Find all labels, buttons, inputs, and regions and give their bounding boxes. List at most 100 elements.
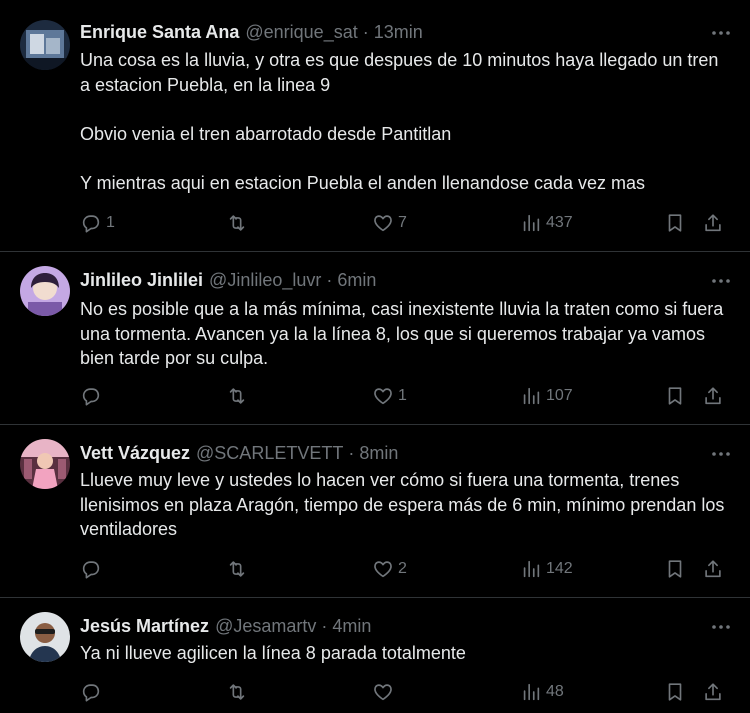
views-icon [523, 683, 540, 701]
avatar[interactable] [20, 266, 70, 316]
retweet-icon [229, 684, 245, 700]
tweet-text: Una cosa es la lluvia, y otra es que des… [80, 48, 725, 195]
tweet-paragraph: Ya ni llueve agilicen la línea 8 parada … [80, 643, 466, 663]
more-icon[interactable] [710, 272, 732, 290]
tweet[interactable]: Jesús Martínez @Jesamartv · 4min Ya ni l… [0, 598, 750, 713]
tweet[interactable]: Enrique Santa Ana @enrique_sat · 13min U… [0, 0, 750, 252]
tweet-header: Enrique Santa Ana @enrique_sat · 13min [80, 19, 730, 45]
like-count: 7 [398, 214, 407, 231]
tweet-actions: 1 7 437 [80, 210, 730, 236]
bookmark-icon [668, 560, 682, 578]
views-count: 437 [546, 214, 573, 231]
tweet-feed: Enrique Santa Ana @enrique_sat · 13min U… [0, 0, 750, 713]
avatar-image [20, 612, 70, 662]
share-button[interactable] [702, 210, 724, 236]
timestamp[interactable]: 8min [359, 443, 398, 464]
views-button[interactable]: 107 [520, 383, 573, 409]
bookmark-button[interactable] [664, 679, 686, 705]
reply-count: 1 [106, 214, 115, 231]
reply-button[interactable] [80, 556, 106, 582]
avatar-image [20, 266, 70, 316]
bookmark-button[interactable] [664, 383, 686, 409]
avatar-image [20, 20, 70, 70]
user-handle[interactable]: @SCARLETVETT [196, 443, 343, 464]
like-icon [374, 215, 392, 232]
share-icon [705, 387, 721, 405]
views-count: 107 [546, 387, 573, 404]
tweet-paragraph: Una cosa es la lluvia, y otra es que des… [80, 50, 719, 95]
bookmark-icon [668, 387, 682, 405]
avatar[interactable] [20, 612, 70, 662]
retweet-button[interactable] [226, 679, 252, 705]
retweet-icon [229, 215, 245, 231]
share-button[interactable] [702, 679, 724, 705]
timestamp[interactable]: 13min [374, 22, 423, 43]
avatar[interactable] [20, 20, 70, 70]
separator-dot: · [326, 269, 333, 290]
reply-icon [82, 684, 100, 702]
reply-icon [82, 561, 100, 579]
tweet-actions: 2 142 [80, 556, 730, 582]
share-icon [705, 683, 721, 701]
like-count: 1 [398, 387, 407, 404]
tweet-text: No es posible que a la más mínima, casi … [80, 297, 725, 371]
tweet-actions: 1 107 [80, 383, 730, 409]
user-handle[interactable]: @enrique_sat [245, 22, 357, 43]
reply-button[interactable]: 1 [80, 210, 115, 236]
views-count: 142 [546, 560, 573, 577]
share-icon [705, 560, 721, 578]
like-icon [374, 388, 392, 405]
tweet-actions: 48 [80, 679, 730, 705]
tweet-text: Ya ni llueve agilicen la línea 8 parada … [80, 641, 725, 666]
retweet-button[interactable] [226, 383, 252, 409]
like-button[interactable]: 2 [372, 556, 407, 582]
display-name[interactable]: Enrique Santa Ana [80, 22, 239, 43]
like-icon [374, 684, 392, 701]
display-name[interactable]: Jinlileo Jinlilei [80, 270, 203, 291]
display-name[interactable]: Jesús Martínez [80, 616, 209, 637]
views-button[interactable]: 48 [520, 679, 564, 705]
bookmark-icon [668, 683, 682, 701]
timestamp[interactable]: 6min [337, 270, 376, 291]
bookmark-button[interactable] [664, 210, 686, 236]
like-button[interactable] [372, 679, 398, 705]
bookmark-icon [668, 214, 682, 232]
display-name[interactable]: Vett Vázquez [80, 443, 190, 464]
like-count: 2 [398, 560, 407, 577]
tweet-paragraph: Y mientras aqui en estacion Puebla el an… [80, 172, 646, 193]
more-icon[interactable] [710, 24, 732, 42]
user-handle[interactable]: @Jinlileo_luvr [209, 270, 321, 291]
separator-dot: · [348, 442, 355, 463]
views-button[interactable]: 437 [520, 210, 573, 236]
tweet[interactable]: Vett Vázquez @SCARLETVETT · 8min Llueve … [0, 425, 750, 598]
views-icon [523, 387, 540, 405]
avatar[interactable] [20, 439, 70, 489]
separator-dot: · [362, 21, 369, 42]
user-handle[interactable]: @Jesamartv [215, 616, 316, 637]
bookmark-button[interactable] [664, 556, 686, 582]
views-icon [523, 214, 540, 232]
tweet-paragraph: Obvio venia el tren abarrotado desde Pan… [80, 123, 452, 144]
tweet-text: Llueve muy leve y ustedes lo hacen ver c… [80, 468, 725, 542]
like-button[interactable]: 7 [372, 210, 407, 236]
reply-icon [82, 215, 100, 233]
share-button[interactable] [702, 556, 724, 582]
tweet-header: Jinlileo Jinlilei @Jinlileo_luvr · 6min [80, 267, 730, 293]
tweet-header: Jesús Martínez @Jesamartv · 4min [80, 613, 730, 639]
more-icon[interactable] [710, 445, 732, 463]
views-button[interactable]: 142 [520, 556, 573, 582]
share-icon [705, 214, 721, 232]
timestamp[interactable]: 4min [332, 616, 371, 637]
like-icon [374, 561, 392, 578]
like-button[interactable]: 1 [372, 383, 407, 409]
retweet-button[interactable] [226, 556, 252, 582]
reply-button[interactable] [80, 679, 106, 705]
tweet[interactable]: Jinlileo Jinlilei @Jinlileo_luvr · 6min … [0, 252, 750, 425]
tweet-paragraph: Llueve muy leve y ustedes lo hacen ver c… [80, 470, 725, 539]
share-button[interactable] [702, 383, 724, 409]
more-icon[interactable] [710, 618, 732, 636]
views-icon [523, 560, 540, 578]
retweet-button[interactable] [226, 210, 252, 236]
reply-button[interactable] [80, 383, 106, 409]
retweet-icon [229, 561, 245, 577]
